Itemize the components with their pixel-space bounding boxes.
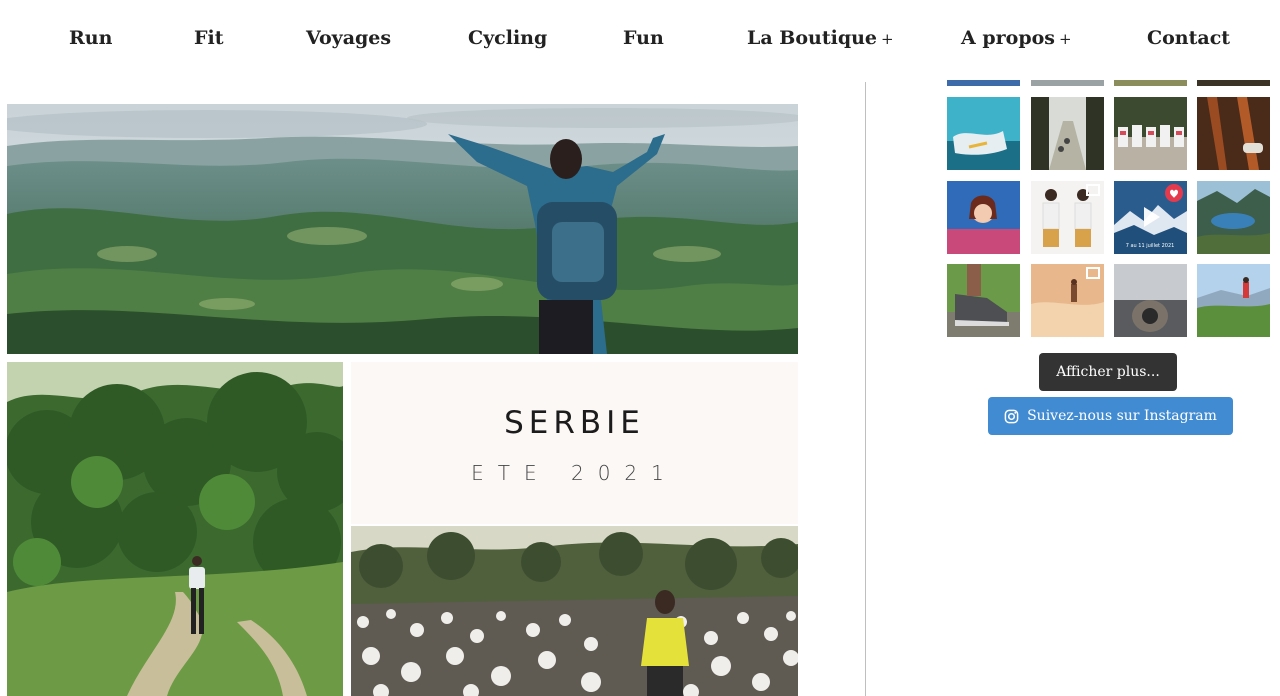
nav-label: Voyages	[306, 27, 392, 49]
instagram-thumbnail[interactable]	[947, 181, 1020, 254]
nav-label: A propos	[961, 27, 1055, 49]
nav-item-a-propos[interactable]: A propos +	[961, 27, 1072, 49]
instagram-thumbnail[interactable]	[1114, 80, 1187, 86]
nav-item-fit[interactable]: Fit	[194, 27, 223, 49]
instagram-thumbnail[interactable]	[947, 97, 1020, 170]
nav-label: Run	[69, 27, 113, 49]
nav-label: Fit	[194, 27, 224, 49]
instagram-thumbnail[interactable]	[1114, 97, 1187, 170]
reel-caption: 7 au 11 juillet 2021	[1126, 243, 1175, 249]
instagram-thumbnail[interactable]	[1197, 181, 1270, 254]
nav-item-cycling[interactable]: Cycling	[468, 27, 547, 49]
instagram-thumbnail[interactable]	[1031, 97, 1104, 170]
nav-item-la-boutique[interactable]: La Boutique +	[747, 27, 894, 49]
instagram-thumbnail[interactable]	[1197, 97, 1270, 170]
instagram-thumbnail[interactable]	[1031, 80, 1104, 86]
trail-runner-photo[interactable]	[7, 362, 343, 696]
nav-item-fun[interactable]: Fun	[623, 27, 664, 49]
instagram-thumbnail[interactable]	[1114, 264, 1187, 337]
nav-label: Contact	[1147, 27, 1231, 49]
load-more-button[interactable]: Afficher plus...	[1039, 353, 1177, 391]
nav-label: Fun	[623, 27, 664, 49]
load-more-label: Afficher plus...	[1056, 364, 1160, 380]
instagram-thumbnail[interactable]	[947, 264, 1020, 337]
instagram-thumbnail[interactable]	[1031, 264, 1104, 337]
flower-field-runner-photo[interactable]	[351, 526, 798, 696]
nav-label: La Boutique	[747, 27, 878, 49]
main-navigation: Run Fit Voyages Cycling Fun La Boutique +…	[0, 0, 1280, 80]
article-subtitle: ETE 2021	[471, 461, 678, 485]
nav-item-contact[interactable]: Contact	[1147, 27, 1230, 49]
nav-item-run[interactable]: Run	[69, 27, 112, 49]
hero-mountain-photo[interactable]	[7, 104, 798, 354]
instagram-thumbnail[interactable]	[1197, 80, 1270, 86]
instagram-thumbnail[interactable]	[1031, 181, 1104, 254]
instagram-reel-thumbnail[interactable]: 7 au 11 juillet 2021	[1114, 181, 1187, 254]
instagram-icon	[1004, 409, 1019, 424]
instagram-thumbnail[interactable]	[947, 80, 1020, 86]
submenu-plus-icon[interactable]: +	[1059, 30, 1072, 48]
article-title: SERBIE	[504, 405, 645, 441]
follow-instagram-button[interactable]: Suivez-nous sur Instagram	[988, 397, 1233, 435]
instagram-thumbnail[interactable]	[1197, 264, 1270, 337]
nav-item-voyages[interactable]: Voyages	[306, 27, 391, 49]
follow-instagram-label: Suivez-nous sur Instagram	[1027, 408, 1217, 424]
nav-label: Cycling	[468, 27, 548, 49]
submenu-plus-icon[interactable]: +	[881, 30, 894, 48]
article-title-card[interactable]: SERBIE ETE 2021	[351, 362, 798, 524]
